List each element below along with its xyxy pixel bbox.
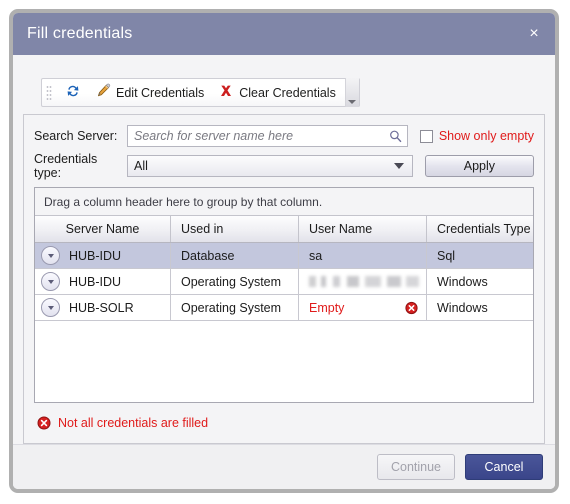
cell-user-name: sa <box>299 243 427 268</box>
toolbar-grip[interactable] <box>46 84 52 101</box>
column-header-user-name[interactable]: User Name <box>299 216 427 242</box>
credentials-type-value: All <box>134 159 148 173</box>
credentials-grid: Drag a column header here to group by th… <box>34 187 534 403</box>
error-circle-icon <box>37 416 51 430</box>
grid-body: HUB-IDU Database sa Sql HUB-IDU Operatin… <box>35 243 533 402</box>
server-name-text: HUB-IDU <box>69 248 122 263</box>
cell-used-in: Operating System <box>171 295 299 320</box>
server-name-text: HUB-IDU <box>69 274 122 289</box>
refresh-icon <box>65 83 81 102</box>
chevron-down-icon <box>47 306 54 310</box>
credentials-panel: Search Server: Show only empty <box>23 114 545 444</box>
column-header-server-name[interactable]: Server Name <box>35 216 171 242</box>
group-by-dropzone[interactable]: Drag a column header here to group by th… <box>35 188 533 216</box>
chevron-down-icon <box>47 280 54 284</box>
cancel-button[interactable]: Cancel <box>465 454 543 480</box>
status-message: Not all credentials are filled <box>34 403 534 443</box>
server-name-text: HUB-SOLR <box>69 300 134 315</box>
refresh-button[interactable] <box>58 80 88 105</box>
cell-server-name: HUB-SOLR <box>35 295 171 320</box>
status-text: Not all credentials are filled <box>58 416 209 430</box>
clear-credentials-button[interactable]: Clear Credentials <box>211 80 343 105</box>
group-by-hint: Drag a column header here to group by th… <box>44 194 323 209</box>
cell-credentials-type: Sql <box>427 243 533 268</box>
row-expander-button[interactable] <box>41 246 60 265</box>
close-icon[interactable]: × <box>523 23 545 45</box>
cell-user-name: Empty <box>299 295 427 320</box>
column-header-credentials-type[interactable]: Credentials Type <box>427 216 533 242</box>
column-header-used-in[interactable]: Used in <box>171 216 299 242</box>
dialog-body: Edit Credentials Clear Credentials Searc… <box>13 55 555 489</box>
search-input-wrapper <box>127 125 408 147</box>
cell-user-name <box>299 269 427 294</box>
cell-credentials-type: Windows <box>427 269 533 294</box>
dialog-footer: Continue Cancel <box>13 444 555 489</box>
user-name-empty-text: Empty <box>309 300 345 315</box>
error-circle-icon <box>405 301 418 314</box>
credentials-type-select[interactable]: All <box>127 155 413 177</box>
toolbar-overflow-button[interactable] <box>344 78 359 107</box>
show-only-empty-checkbox[interactable] <box>419 129 433 143</box>
search-input[interactable] <box>128 126 407 146</box>
clear-credentials-label: Clear Credentials <box>239 85 336 100</box>
grid-header-row: Server Name Used in User Name Credential… <box>35 216 533 243</box>
show-only-empty-label[interactable]: Show only empty <box>439 129 534 143</box>
dialog-titlebar: Fill credentials × <box>13 13 555 55</box>
toolbar: Edit Credentials Clear Credentials <box>41 78 360 107</box>
pencil-icon <box>95 83 111 102</box>
edit-credentials-label: Edit Credentials <box>116 85 205 100</box>
show-only-empty-group: Show only empty <box>419 129 534 143</box>
continue-button[interactable]: Continue <box>377 454 455 480</box>
edit-credentials-button[interactable]: Edit Credentials <box>88 80 211 105</box>
redacted-user-name <box>309 276 419 287</box>
chevron-down-icon <box>393 163 404 169</box>
cell-server-name: HUB-IDU <box>35 269 171 294</box>
apply-button[interactable]: Apply <box>424 155 534 177</box>
chevron-down-icon <box>348 100 357 104</box>
chevron-down-icon <box>47 254 54 258</box>
credentials-type-label: Credentials type: <box>34 152 98 180</box>
credentials-type-row: Credentials type: All Apply <box>34 152 534 180</box>
table-row[interactable]: HUB-IDU Operating System Windows <box>35 269 533 295</box>
red-x-icon <box>218 83 234 102</box>
search-icon[interactable] <box>389 130 402 143</box>
search-server-label: Search Server: <box>34 129 118 143</box>
cell-used-in: Operating System <box>171 269 299 294</box>
table-row[interactable]: HUB-SOLR Operating System Empty Windows <box>35 295 533 321</box>
row-expander-button[interactable] <box>41 272 60 291</box>
cell-server-name: HUB-IDU <box>35 243 171 268</box>
dialog-title: Fill credentials <box>27 25 133 42</box>
cell-credentials-type: Windows <box>427 295 533 320</box>
cell-used-in: Database <box>171 243 299 268</box>
row-expander-button[interactable] <box>41 298 60 317</box>
table-row[interactable]: HUB-IDU Database sa Sql <box>35 243 533 269</box>
fill-credentials-dialog: Fill credentials × Edit Credentials Clea… <box>9 9 559 493</box>
toolbar-region: Edit Credentials Clear Credentials <box>23 78 545 107</box>
search-row: Search Server: Show only empty <box>34 124 534 148</box>
